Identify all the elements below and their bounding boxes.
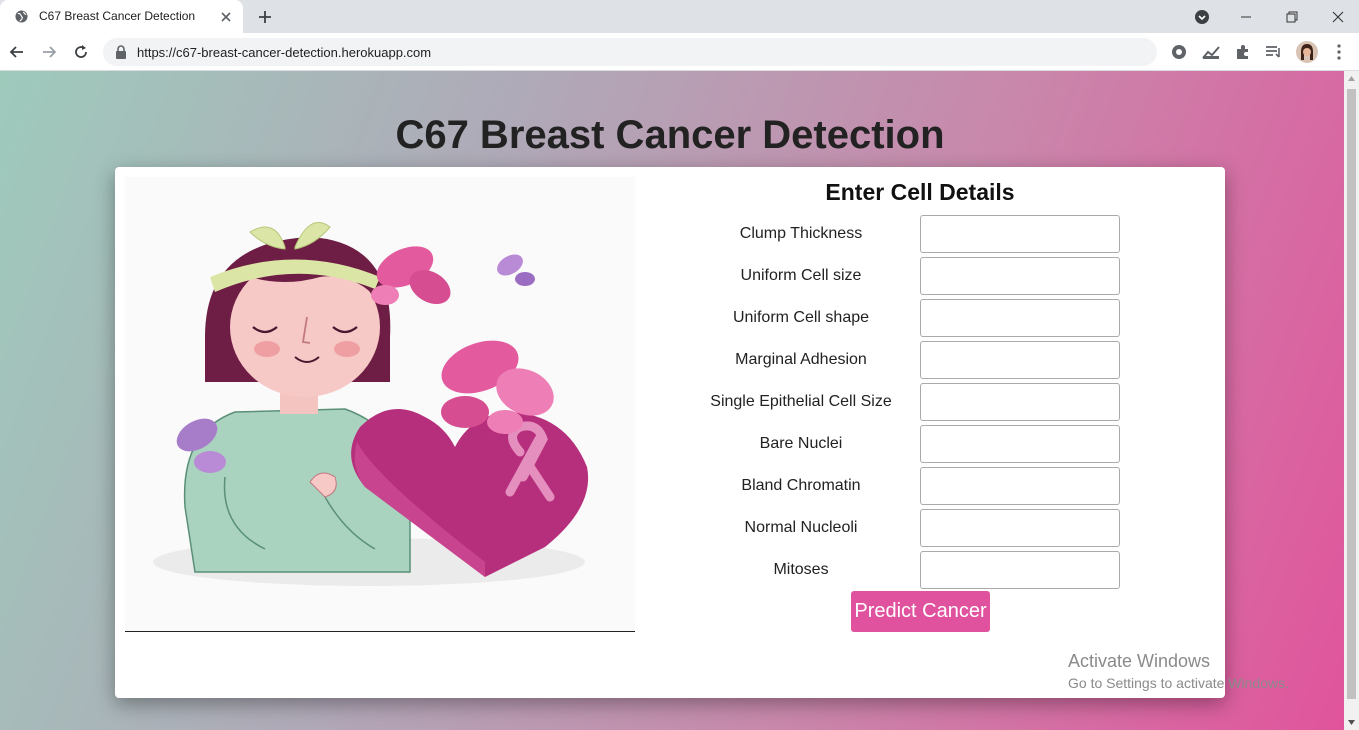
close-tab-icon[interactable]	[218, 9, 234, 25]
main-card: Enter Cell Details Clump Thickness Unifo…	[115, 167, 1225, 698]
browser-toolbar: https://c67-breast-cancer-detection.hero…	[0, 33, 1359, 71]
field-label: Uniform Cell size	[740, 267, 862, 284]
url-text[interactable]: https://c67-breast-cancer-detection.hero…	[137, 45, 431, 60]
field-row-clump-thickness: Clump Thickness	[695, 215, 1135, 253]
marginal-adhesion-input[interactable]	[920, 341, 1120, 379]
page-title: C67 Breast Cancer Detection	[395, 113, 945, 157]
minimize-icon[interactable]	[1223, 0, 1269, 33]
bare-nuclei-input[interactable]	[920, 425, 1120, 463]
scrollbar[interactable]	[1344, 71, 1359, 730]
field-row-mitoses: Mitoses	[695, 551, 1135, 589]
puzzle-icon[interactable]	[1233, 42, 1253, 62]
browser-tab[interactable]: C67 Breast Cancer Detection	[0, 0, 243, 33]
close-window-icon[interactable]	[1315, 0, 1359, 33]
tab-title: C67 Breast Cancer Detection	[39, 9, 196, 23]
field-label: Marginal Adhesion	[735, 351, 867, 368]
field-row-normal-nucleoli: Normal Nucleoli	[695, 509, 1135, 547]
field-label: Clump Thickness	[739, 225, 863, 242]
scroll-down-icon[interactable]	[1348, 720, 1355, 725]
clump-thickness-input[interactable]	[920, 215, 1120, 253]
form-title: Enter Cell Details	[825, 179, 1015, 205]
field-row-uniform-cell-shape: Uniform Cell shape	[695, 299, 1135, 337]
watermark-line-1: Activate Windows	[1068, 651, 1211, 671]
field-label: Bland Chromatin	[741, 477, 861, 494]
field-row-bare-nuclei: Bare Nuclei	[695, 425, 1135, 463]
scrollbar-thumb[interactable]	[1347, 89, 1356, 699]
single-epithelial-cell-size-input[interactable]	[920, 383, 1120, 421]
avatar[interactable]	[1295, 40, 1319, 64]
new-tab-icon[interactable]	[256, 8, 274, 26]
activate-windows-watermark: Activate Windows Go to Settings to activ…	[1068, 651, 1289, 691]
field-label: Bare Nuclei	[759, 435, 843, 452]
watermark-line-2: Go to Settings to activate Windows.	[1068, 675, 1289, 691]
field-label: Normal Nucleoli	[744, 519, 858, 536]
predict-cancer-button[interactable]: Predict Cancer	[851, 591, 990, 632]
field-label: Single Epithelial Cell Size	[710, 393, 892, 410]
kebab-menu-icon[interactable]	[1329, 42, 1349, 62]
uniform-cell-shape-input[interactable]	[920, 299, 1120, 337]
arrow-left-icon[interactable]	[6, 41, 28, 63]
arrow-right-icon[interactable]	[38, 41, 60, 63]
scroll-up-icon[interactable]	[1348, 76, 1355, 81]
uniform-cell-size-input[interactable]	[920, 257, 1120, 295]
address-bar[interactable]: https://c67-breast-cancer-detection.hero…	[103, 38, 1157, 66]
bland-chromatin-input[interactable]	[920, 467, 1120, 505]
reload-icon[interactable]	[70, 41, 92, 63]
mitoses-input[interactable]	[920, 551, 1120, 589]
tab-search-icon[interactable]	[1179, 0, 1225, 33]
field-label: Uniform Cell shape	[732, 309, 870, 326]
globe-icon	[15, 10, 28, 23]
field-row-bland-chromatin: Bland Chromatin	[695, 467, 1135, 505]
lock-icon[interactable]	[115, 45, 127, 59]
field-row-uniform-cell-size: Uniform Cell size	[695, 257, 1135, 295]
normal-nucleoli-input[interactable]	[920, 509, 1120, 547]
page-background: C67 Breast Cancer Detection Enter Cell D…	[0, 71, 1344, 730]
field-label: Mitoses	[773, 561, 829, 578]
field-row-single-epithelial-cell-size: Single Epithelial Cell Size	[695, 383, 1135, 421]
tab-strip: C67 Breast Cancer Detection	[0, 0, 1359, 33]
chart-extension-icon[interactable]	[1201, 42, 1221, 62]
restore-icon[interactable]	[1269, 0, 1315, 33]
record-icon[interactable]	[1169, 42, 1189, 62]
reading-list-icon[interactable]	[1264, 42, 1284, 62]
divider	[125, 631, 635, 632]
illustration	[125, 177, 635, 632]
field-row-marginal-adhesion: Marginal Adhesion	[695, 341, 1135, 379]
